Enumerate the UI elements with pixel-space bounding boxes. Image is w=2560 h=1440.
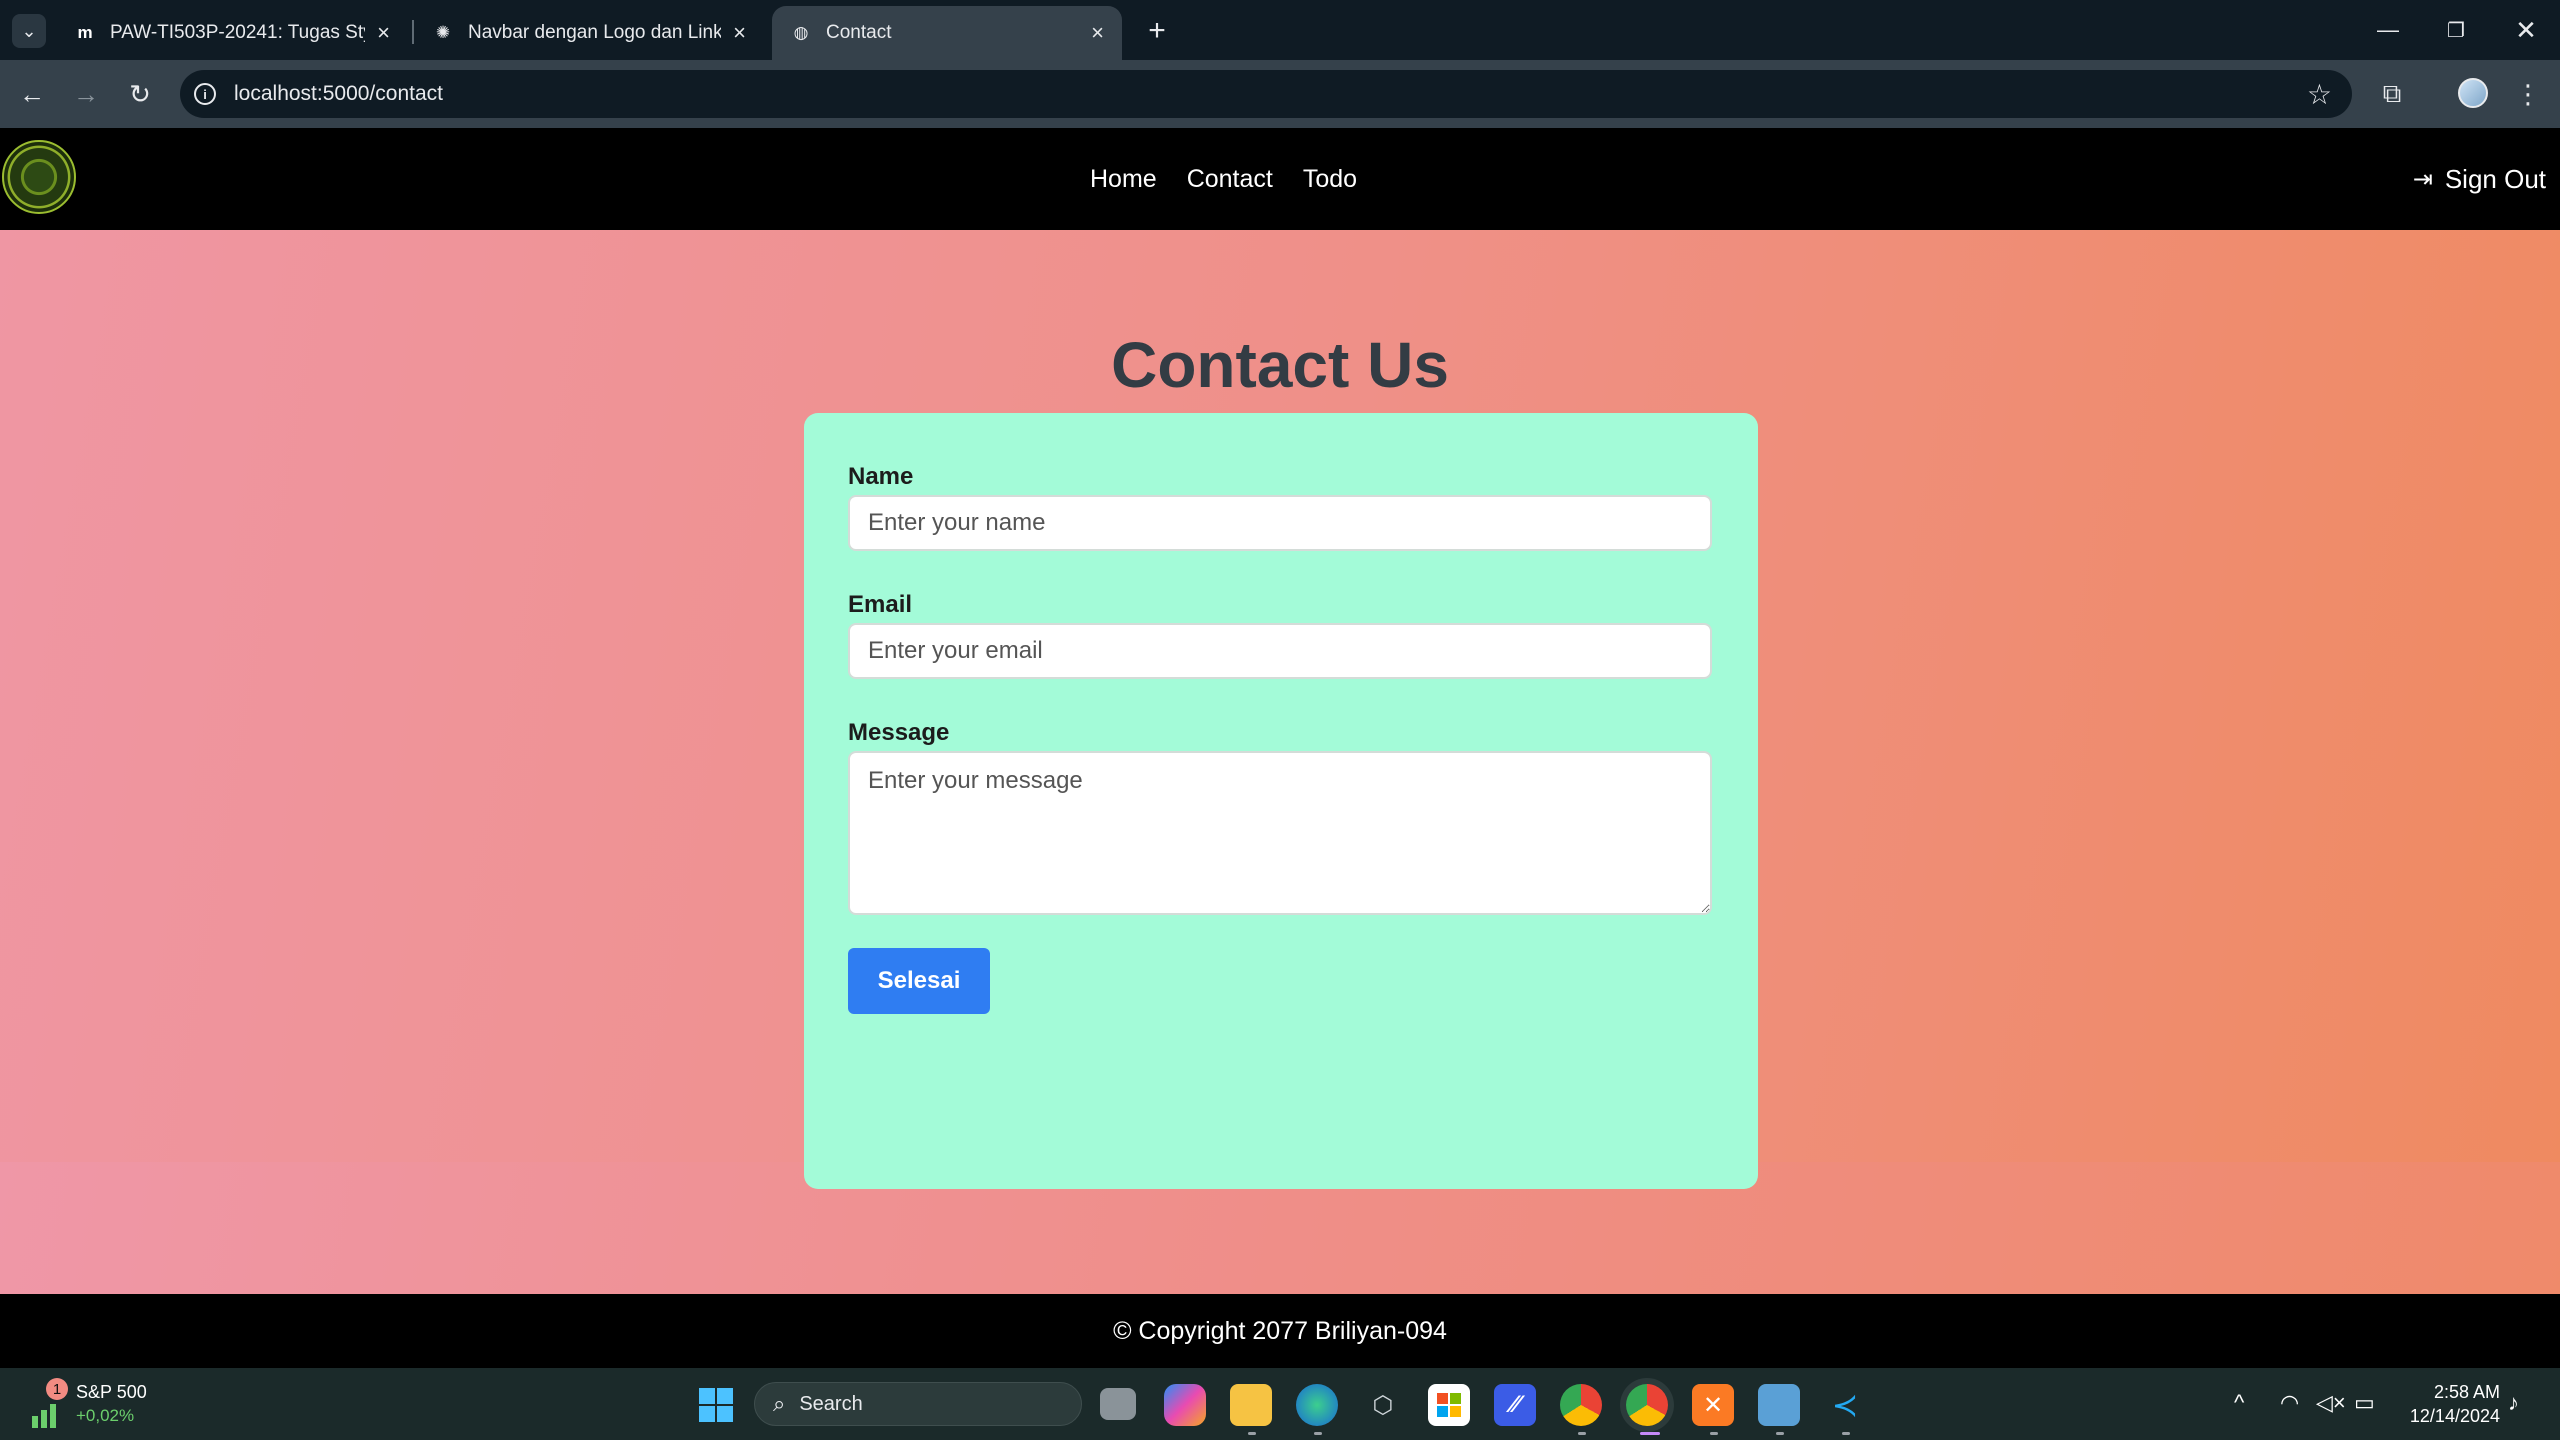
store-icon[interactable] (1428, 1384, 1470, 1426)
file-explorer-icon[interactable] (1230, 1384, 1272, 1426)
extensions-icon[interactable]: ⧉ (2374, 76, 2410, 112)
m-logo-icon: m (77, 23, 93, 42)
contact-form: Name Email Message Selesai (804, 413, 1758, 1189)
forward-icon[interactable]: → (68, 76, 104, 112)
nav-link-contact[interactable]: Contact (1187, 165, 1273, 194)
system-clock[interactable]: 2:58 AM 12/14/2024 (2380, 1380, 2500, 1428)
vscode-icon[interactable]: ≺ (1824, 1384, 1866, 1426)
copyright-text: © Copyright 2077 Briliyan-094 (1113, 1316, 1447, 1345)
close-icon[interactable]: × (377, 20, 390, 46)
clock-date: 12/14/2024 (2409, 1406, 2500, 1426)
nav-links: Home Contact Todo (1090, 128, 1387, 230)
site-footer: © Copyright 2077 Briliyan-094 (0, 1294, 2560, 1368)
browser-tab-bar: ⌄ m PAW-TI503P-20241: Tugas Styli × ✺ Na… (0, 0, 2560, 60)
tab-title: Contact (826, 22, 892, 43)
running-indicator (1640, 1432, 1660, 1435)
tab-search-icon[interactable]: ⌄ (12, 14, 46, 48)
task-view-icon[interactable] (1100, 1388, 1136, 1420)
taskbar: 1 S&P 500 +0,02% ⌕ Search ⬡ ⁄⁄ ✕ ≺ ^ ◠ ◁… (0, 1368, 2560, 1440)
search-icon: ⌕ (773, 1391, 786, 1416)
tab-contact[interactable]: ◍ Contact × (772, 6, 1122, 60)
nav-link-todo[interactable]: Todo (1303, 165, 1357, 194)
site-logo[interactable] (2, 140, 76, 214)
restore-icon[interactable]: ❐ (2434, 10, 2478, 50)
message-textarea[interactable] (848, 751, 1712, 915)
site-navbar: Home Contact Todo ⇥ Sign Out (0, 128, 2560, 230)
site-info-icon[interactable]: i (194, 83, 216, 105)
email-input[interactable] (848, 623, 1712, 679)
menu-icon[interactable]: ⋮ (2510, 76, 2546, 112)
tab-paw[interactable]: m PAW-TI503P-20241: Tugas Styli × (56, 6, 408, 60)
web-page: Home Contact Todo ⇥ Sign Out Contact Us … (0, 128, 2560, 1422)
tab-title: Navbar dengan Logo dan Link (468, 22, 722, 43)
chart-bars-icon (32, 1404, 56, 1428)
battery-icon[interactable]: ▭ (2354, 1390, 2375, 1416)
profile-avatar[interactable] (2458, 78, 2488, 108)
browser-toolbar: ← → ↻ i localhost:5000/contact ☆ ⧉ ⋮ (0, 60, 2560, 128)
running-indicator (1776, 1432, 1784, 1435)
edge-icon[interactable] (1296, 1384, 1338, 1426)
minimize-icon[interactable]: — (2366, 10, 2410, 50)
sign-out-label: Sign Out (2444, 163, 2546, 194)
close-icon[interactable]: × (1091, 20, 1104, 46)
taskbar-search[interactable]: ⌕ Search (754, 1382, 1082, 1426)
clock-time: 2:58 AM (2433, 1382, 2500, 1402)
bookmark-star-icon[interactable]: ☆ (2307, 78, 2332, 111)
message-label: Message (848, 719, 950, 746)
reload-icon[interactable]: ↻ (122, 76, 158, 112)
network-app-icon[interactable] (1758, 1384, 1800, 1426)
running-indicator (1710, 1432, 1718, 1435)
running-indicator (1578, 1432, 1586, 1435)
tab-title: PAW-TI503P-20241: Tugas Styli (110, 22, 366, 43)
windows-start-icon[interactable] (695, 1384, 737, 1426)
app-hexagon-icon[interactable]: ⬡ (1362, 1384, 1404, 1426)
sign-out-icon: ⇥ (2412, 165, 2433, 193)
url-text: localhost:5000/contact (234, 82, 443, 105)
todo-app-icon[interactable]: ⁄⁄ (1494, 1384, 1536, 1426)
volume-muted-icon[interactable]: ◁× (2316, 1390, 2346, 1416)
notification-badge: 1 (46, 1378, 68, 1400)
close-window-icon[interactable]: ✕ (2504, 10, 2548, 50)
new-tab-icon[interactable]: + (1140, 14, 1174, 48)
submit-button[interactable]: Selesai (848, 948, 990, 1014)
email-label: Email (848, 591, 913, 618)
address-bar[interactable]: i localhost:5000/contact ☆ (180, 70, 2352, 118)
name-label: Name (848, 463, 914, 490)
taskbar-search-label: Search (799, 1392, 863, 1415)
sign-out-button[interactable]: ⇥ Sign Out (2413, 128, 2546, 230)
close-icon[interactable]: × (733, 20, 746, 46)
page-title: Contact Us (1111, 329, 1449, 401)
chrome-icon[interactable] (1560, 1384, 1602, 1426)
stock-name: S&P 500 (76, 1382, 147, 1402)
copilot-icon[interactable] (1164, 1384, 1206, 1426)
chrome-active-icon[interactable] (1626, 1384, 1668, 1426)
notification-bell-icon[interactable]: ♪ (2508, 1390, 2519, 1416)
globe-icon: ◍ (793, 23, 809, 42)
xampp-icon[interactable]: ✕ (1692, 1384, 1734, 1426)
stock-change: +0,02% (76, 1406, 135, 1425)
running-indicator (1842, 1432, 1850, 1435)
stock-widget[interactable]: 1 S&P 500 +0,02% (28, 1378, 158, 1430)
chevron-up-icon[interactable]: ^ (2234, 1390, 2244, 1416)
tab-navbar[interactable]: ✺ Navbar dengan Logo dan Link × (414, 6, 764, 60)
running-indicator (1314, 1432, 1322, 1435)
nav-link-home[interactable]: Home (1090, 165, 1157, 194)
running-indicator (1248, 1432, 1256, 1435)
openai-icon: ✺ (435, 23, 451, 42)
name-input[interactable] (848, 495, 1712, 551)
back-icon[interactable]: ← (14, 76, 50, 112)
wifi-icon[interactable]: ◠ (2280, 1390, 2299, 1416)
